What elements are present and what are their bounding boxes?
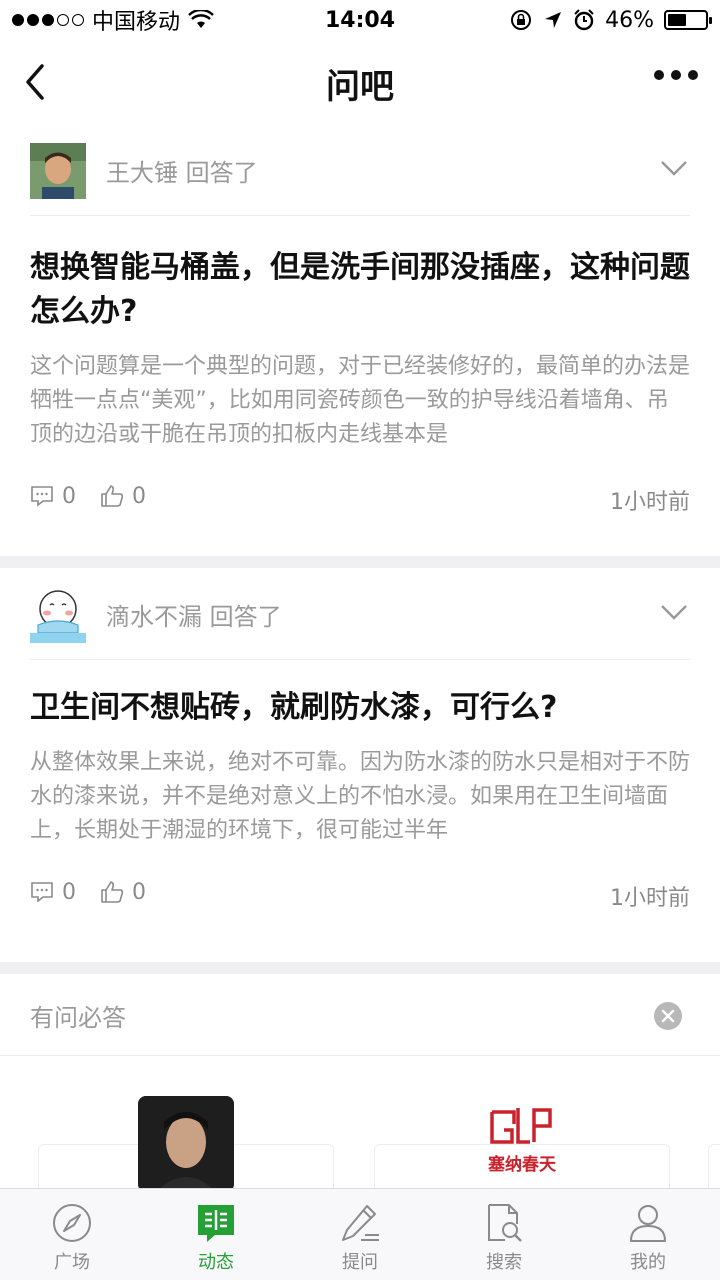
chevron-down-icon[interactable]: [660, 158, 688, 178]
location-icon: [545, 12, 562, 28]
tab-bar: 广场 动态 提问 搜索 我的: [0, 1188, 720, 1280]
more-options-icon[interactable]: [654, 70, 698, 80]
back-arrow-icon[interactable]: [18, 62, 58, 102]
post-meta: 0 0 1小时前: [30, 476, 690, 516]
like-button[interactable]: 0: [100, 880, 146, 905]
tab-search[interactable]: 搜索: [432, 1189, 576, 1280]
avatar[interactable]: [30, 586, 86, 643]
recommend-card[interactable]: [708, 1144, 720, 1190]
post-time: 1小时前: [610, 490, 690, 515]
carrier-name: 中国移动: [92, 10, 181, 35]
alarm-icon: [574, 9, 594, 31]
like-count: 0: [132, 483, 146, 509]
wifi-icon: [188, 10, 214, 28]
chevron-down-icon[interactable]: [660, 602, 688, 622]
edit-pen-icon: [342, 1205, 379, 1241]
answer-excerpt[interactable]: 这个问题算是一个典型的问题，对于已经装修好的，最简单的办法是牺牲一点点“美观”，…: [30, 350, 690, 452]
question-title[interactable]: 想换智能马桶盖，但是洗手间那没插座，这种问题怎么办?: [30, 246, 690, 334]
battery-icon: [664, 10, 712, 30]
post-author[interactable]: 滴水不漏: [106, 603, 202, 631]
tab-label: 动态: [198, 1252, 234, 1273]
status-right: 46%: [509, 7, 712, 33]
search-document-icon: [488, 1204, 522, 1242]
user-profile-icon: [630, 1205, 666, 1242]
thumbs-up-icon: [101, 881, 124, 903]
post-card[interactable]: 滴水不漏 回答了 卫生间不想贴砖，就刷防水漆，可行么? 从整体效果上来说，绝对不…: [0, 570, 720, 912]
nav-bar: 问吧: [0, 40, 720, 126]
question-title[interactable]: 卫生间不想贴砖，就刷防水漆，可行么?: [30, 686, 690, 730]
signal-strength-icon: [12, 14, 84, 26]
brand-logo-text: 塞纳春天: [488, 1154, 557, 1175]
comment-icon: [31, 486, 53, 507]
expert-avatar[interactable]: [138, 1096, 234, 1190]
post-action: 回答了: [185, 159, 258, 187]
tab-activity[interactable]: 动态: [144, 1189, 288, 1280]
compass-icon: [53, 1204, 91, 1242]
page-title: 问吧: [326, 66, 394, 107]
section-title: 有问必答: [30, 1004, 126, 1032]
tab-label: 搜索: [486, 1252, 522, 1273]
recommend-section-header: 有问必答: [0, 976, 720, 1056]
comment-button[interactable]: 0: [30, 484, 76, 509]
post-time: 1小时前: [610, 886, 690, 911]
tab-plaza[interactable]: 广场: [0, 1189, 144, 1280]
tab-label: 我的: [630, 1252, 666, 1273]
comment-icon: [31, 882, 53, 903]
comment-count: 0: [62, 483, 76, 509]
like-count: 0: [132, 879, 146, 905]
section-divider: [0, 962, 720, 974]
comment-button[interactable]: 0: [30, 880, 76, 905]
close-icon[interactable]: [654, 1002, 682, 1030]
avatar[interactable]: [30, 142, 86, 199]
tab-label: 广场: [54, 1252, 90, 1273]
recommend-carousel[interactable]: 塞纳春天: [0, 1056, 720, 1190]
post-author[interactable]: 王大锤: [106, 159, 178, 187]
post-header: 滴水不漏 回答了: [30, 570, 690, 660]
rotation-lock-icon: [511, 10, 532, 30]
answer-excerpt[interactable]: 从整体效果上来说，绝对不可靠。因为防水漆的防水只是相对于不防水的漆来说，并不是绝…: [30, 746, 690, 848]
section-divider: [0, 556, 720, 568]
tab-me[interactable]: 我的: [576, 1189, 720, 1280]
post-meta: 0 0 1小时前: [30, 872, 690, 912]
post-card[interactable]: 王大锤 回答了 想换智能马桶盖，但是洗手间那没插座，这种问题怎么办? 这个问题算…: [0, 126, 720, 516]
brand-logo[interactable]: 塞纳春天: [474, 1100, 570, 1180]
activity-feed-icon: [198, 1205, 234, 1242]
status-bar: 中国移动 14:04 46%: [0, 0, 720, 40]
like-button[interactable]: 0: [100, 484, 146, 509]
carrier-group: 中国移动: [12, 4, 214, 36]
tab-label: 提问: [342, 1252, 378, 1273]
battery-percent: 46%: [605, 7, 654, 33]
comment-count: 0: [62, 879, 76, 905]
post-header: 王大锤 回答了: [30, 126, 690, 216]
thumbs-up-icon: [101, 485, 124, 507]
post-action: 回答了: [209, 603, 282, 631]
tab-ask[interactable]: 提问: [288, 1189, 432, 1280]
